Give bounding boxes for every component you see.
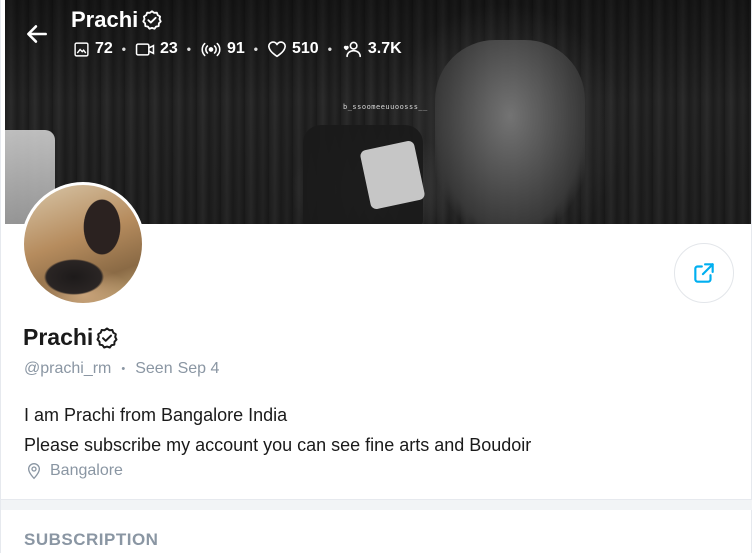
stat-photos: 72 — [73, 40, 113, 58]
stat-streams: 91 — [200, 40, 245, 58]
stat-videos: 23 — [135, 40, 178, 58]
section-divider — [1, 499, 752, 510]
profile-stats: 72 • 23 • 91 • 510 • 3.7K — [73, 40, 402, 58]
avatar[interactable] — [21, 182, 145, 306]
stat-fans-value: 3.7K — [367, 40, 402, 57]
stat-videos-value: 23 — [160, 40, 178, 57]
stat-likes-value: 510 — [292, 40, 319, 57]
video-icon — [135, 42, 155, 56]
verified-icon — [142, 10, 162, 30]
share-button[interactable] — [674, 243, 734, 303]
location-pin-icon — [27, 463, 41, 480]
stat-likes: 510 — [267, 40, 319, 58]
stat-separator: • — [186, 42, 191, 56]
profile-bio: I am Prachi from Bangalore India Please … — [24, 400, 531, 460]
stat-streams-value: 91 — [227, 40, 245, 57]
meta-separator: • — [121, 363, 126, 375]
bio-line: Please subscribe my account you can see … — [24, 435, 532, 455]
last-seen-label: Seen — [135, 360, 173, 377]
cover-image: b_ssoomeeuuoosss__ — [5, 0, 751, 224]
profile-meta: @prachi_rm • Seen Sep 4 — [24, 360, 219, 378]
cover-detail — [435, 40, 585, 224]
stat-separator: • — [327, 42, 332, 56]
last-seen-date: Sep 4 — [177, 360, 220, 377]
image-icon — [74, 41, 89, 57]
stat-fans: 3.7K — [341, 40, 402, 58]
broadcast-icon — [201, 42, 221, 56]
profile-name-text: Prachi — [23, 324, 94, 350]
profile-name: Prachi — [23, 324, 119, 351]
cover-watermark: b_ssoomeeuuoosss__ — [343, 103, 428, 111]
header-title: Prachi — [71, 7, 163, 33]
stat-separator: • — [121, 42, 126, 56]
subscription-section-title: SUBSCRIPTION — [24, 530, 159, 549]
stat-photos-value: 72 — [95, 40, 113, 57]
profile-location: Bangalore — [26, 462, 123, 480]
fans-icon — [343, 41, 361, 58]
share-icon — [694, 263, 714, 283]
profile-page: b_ssoomeeuuoosss__ Prachi 72 • 23 • 91 •… — [0, 0, 752, 553]
heart-icon — [268, 41, 286, 58]
back-button[interactable] — [23, 20, 51, 48]
last-seen: Seen Sep 4 — [135, 360, 219, 378]
location-text: Bangalore — [50, 462, 123, 479]
arrow-left-icon — [27, 25, 47, 43]
header-name-text: Prachi — [71, 7, 139, 32]
profile-handle: @prachi_rm — [24, 360, 112, 377]
bio-line: I am Prachi from Bangalore India — [24, 405, 288, 425]
verified-icon — [96, 327, 118, 348]
stat-separator: • — [253, 42, 258, 56]
